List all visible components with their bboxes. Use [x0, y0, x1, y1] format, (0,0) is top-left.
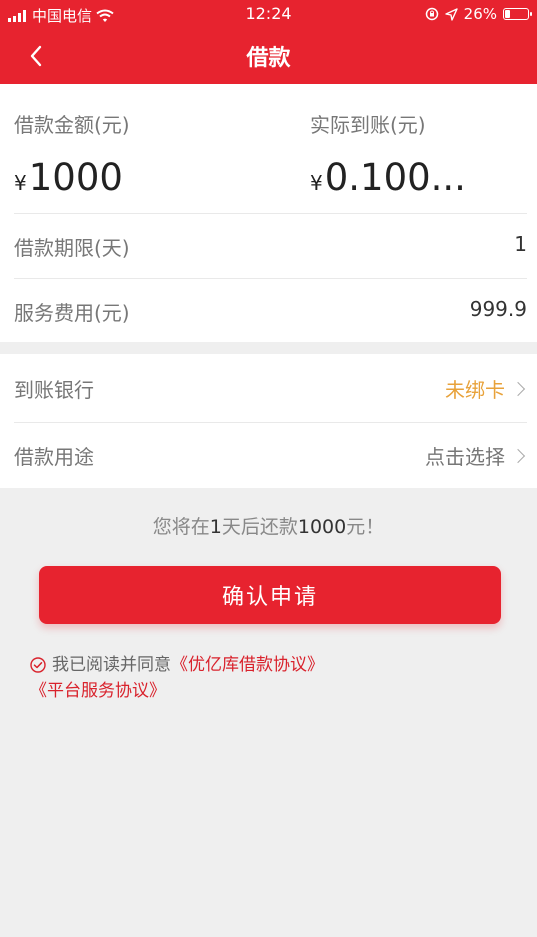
bank-select[interactable]: 未绑卡 — [445, 374, 527, 403]
notice-suffix: 元！ — [346, 516, 385, 538]
notice-prefix: 您将在 — [152, 516, 210, 538]
page-title: 借款 — [246, 46, 291, 71]
bank-label: 到账银行 — [14, 378, 94, 402]
currency-symbol: ¥ — [14, 171, 27, 195]
agreement: 我已阅读并同意 《优亿库借款协议》 《平台服务协议》 — [30, 652, 510, 704]
purpose-select[interactable]: 点击选择 — [425, 441, 527, 470]
status-bar: 中国电信 12:24 26% — [0, 0, 537, 28]
loan-amount-block: 借款金额(元) ¥1000 — [14, 112, 130, 203]
purpose-placeholder: 点击选择 — [425, 445, 505, 469]
check-circle-icon[interactable] — [30, 657, 46, 673]
service-fee-label: 服务费用(元) — [14, 301, 130, 325]
purpose-row[interactable]: 借款用途 点击选择 — [0, 423, 537, 487]
purpose-label: 借款用途 — [14, 445, 94, 469]
battery-icon — [503, 8, 532, 20]
received-amount-label: 实际到账(元) — [310, 113, 426, 137]
loan-amount-number: 1000 — [28, 156, 123, 199]
loan-agreement-link[interactable]: 《优亿库借款协议》 — [171, 652, 324, 678]
confirm-apply-button[interactable]: 确认申请 — [39, 566, 501, 624]
agreement-line: 我已阅读并同意 《优亿库借款协议》 — [30, 652, 510, 678]
loan-term-row: 借款期限(天) 1 — [0, 214, 537, 278]
repayment-notice: 您将在1天后还款1000元！ — [0, 512, 537, 539]
rotation-lock-icon — [425, 7, 438, 21]
bank-row[interactable]: 到账银行 未绑卡 — [0, 356, 537, 420]
service-fee-row: 服务费用(元) 999.9 — [0, 279, 537, 343]
app-header: 中国电信 12:24 26% 借款 — [0, 0, 537, 84]
loan-options-card: 到账银行 未绑卡 借款用途 点击选择 — [0, 354, 537, 488]
loan-details-card: 借款金额(元) ¥1000 实际到账(元) ¥0.100... 借款期限(天) … — [0, 84, 537, 342]
received-amount-block: 实际到账(元) ¥0.100... — [310, 112, 466, 203]
battery-fill — [505, 10, 510, 18]
currency-symbol: ¥ — [310, 171, 323, 195]
loan-amount-value: ¥1000 — [14, 158, 130, 203]
platform-agreement-link[interactable]: 《平台服务协议》 — [30, 681, 166, 701]
chevron-right-icon — [510, 381, 526, 396]
nav-bar: 借款 — [0, 28, 537, 84]
location-arrow-icon — [444, 7, 458, 21]
loan-term-label: 借款期限(天) — [14, 236, 130, 260]
bank-status: 未绑卡 — [445, 378, 505, 402]
service-fee-value: 999.9 — [469, 297, 527, 321]
battery-percent: 26% — [463, 5, 497, 23]
notice-middle: 天后还款 — [221, 516, 298, 538]
agreement-line: 《平台服务协议》 — [30, 678, 510, 704]
received-amount-value: ¥0.100... — [310, 158, 466, 203]
loan-amount-label: 借款金额(元) — [14, 113, 130, 137]
notice-amount: 1000 — [297, 516, 347, 538]
agreement-prefix: 我已阅读并同意 — [52, 655, 171, 675]
received-amount-number: 0.100... — [324, 156, 466, 199]
status-right: 26% — [425, 5, 532, 23]
loan-term-value: 1 — [514, 232, 527, 256]
chevron-right-icon — [510, 448, 526, 463]
notice-days: 1 — [209, 516, 222, 538]
